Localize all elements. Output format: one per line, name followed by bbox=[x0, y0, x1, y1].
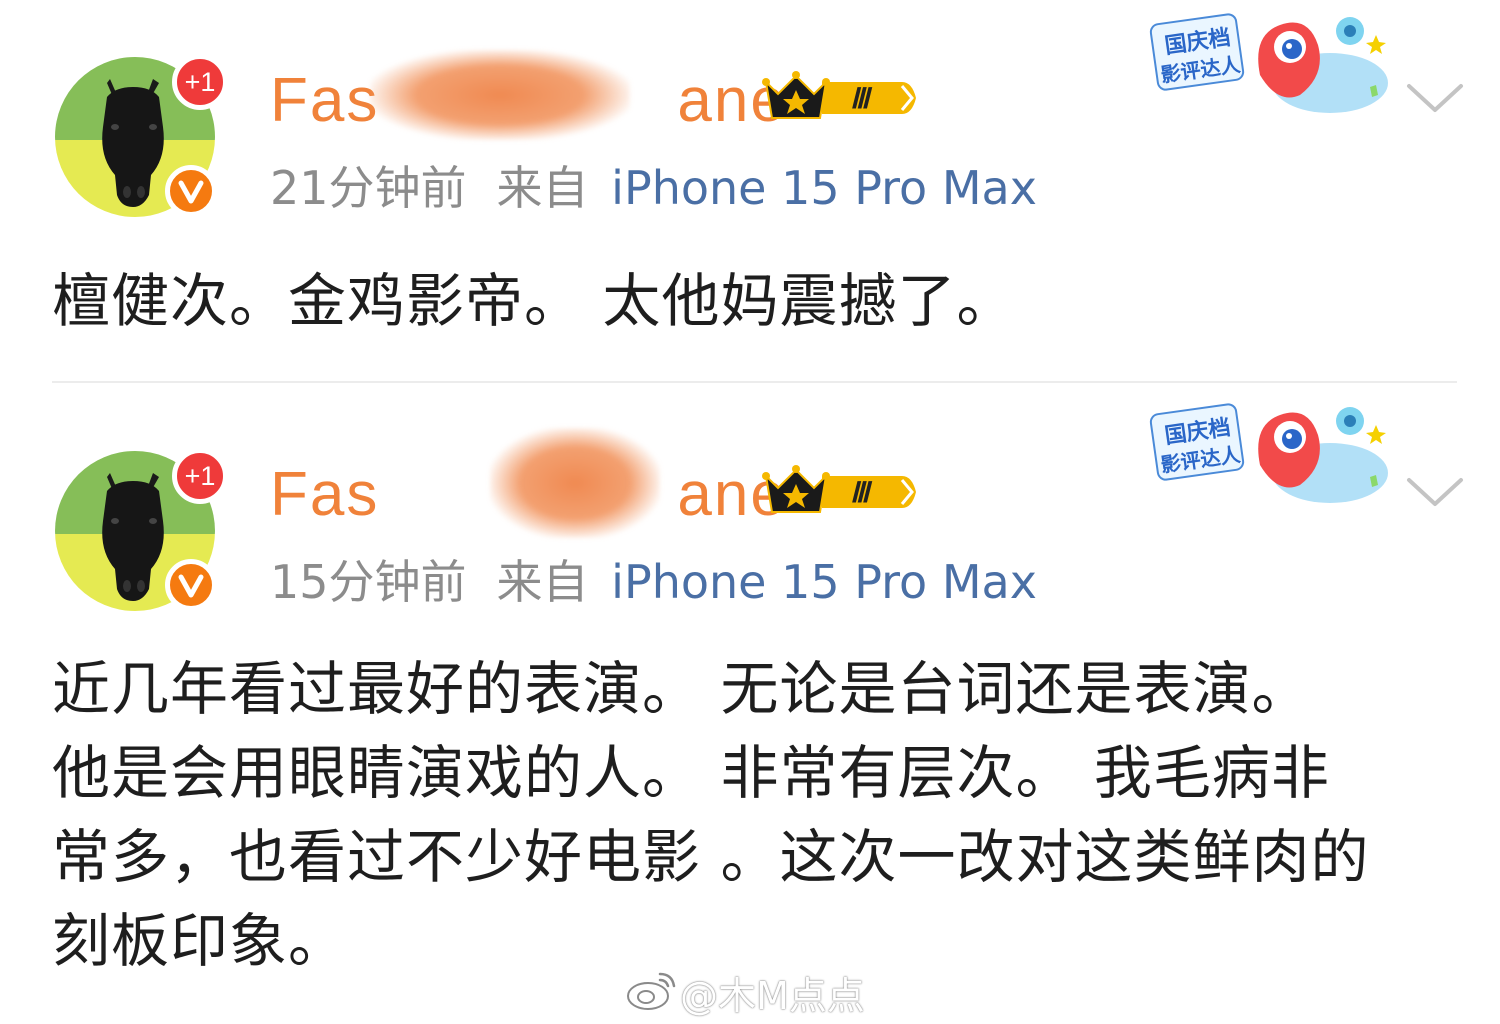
plus-one-badge: +1 bbox=[172, 54, 228, 110]
crown-member-badge-icon[interactable]: Ⅲ bbox=[762, 462, 922, 522]
device-link[interactable]: iPhone 15 Pro Max bbox=[611, 555, 1037, 609]
comment-text-line: 常多，也看过不少好电影 。这次一改对这类鲜肉的 bbox=[52, 823, 1370, 891]
from-label: 来自 bbox=[496, 161, 589, 215]
verified-v-icon bbox=[165, 165, 217, 217]
watermark-text: @木M点点 bbox=[680, 974, 865, 1018]
weibo-comment-2: +1 Fas ane Ⅲ 15分钟前 来自 iPhone 15 Pro Max 国庆… bbox=[0, 383, 1500, 1024]
post-time: 21分钟前 bbox=[270, 161, 467, 215]
national-day-reviewer-sticker[interactable]: 国庆档 影评达人 bbox=[1140, 395, 1390, 510]
comment-text-line: 他是会用眼睛演戏的人。 非常有层次。 我毛病非 bbox=[52, 739, 1330, 807]
username-redaction-scribble bbox=[370, 50, 630, 140]
user-avatar[interactable]: +1 bbox=[55, 448, 228, 621]
post-meta: 21分钟前 来自 iPhone 15 Pro Max bbox=[270, 160, 1037, 216]
weibo-watermark: @木M点点 bbox=[540, 960, 980, 1020]
comment-text: 檀健次。金鸡影帝。 太他妈震撼了。 bbox=[52, 267, 1016, 335]
post-meta: 15分钟前 来自 iPhone 15 Pro Max bbox=[270, 554, 1037, 610]
crown-member-badge-icon[interactable]: Ⅲ bbox=[762, 68, 922, 128]
chevron-down-icon[interactable] bbox=[1405, 472, 1465, 512]
device-link[interactable]: iPhone 15 Pro Max bbox=[611, 161, 1037, 215]
comment-text-line: 近几年看过最好的表演。 无论是台词还是表演。 bbox=[52, 655, 1311, 723]
from-label: 来自 bbox=[496, 555, 589, 609]
plus-one-badge: +1 bbox=[172, 448, 228, 504]
comment-text: 近几年看过最好的表演。 无论是台词还是表演。 他是会用眼睛演戏的人。 非常有层次… bbox=[52, 647, 1472, 983]
national-day-reviewer-sticker[interactable]: 国庆档 影评达人 bbox=[1140, 5, 1390, 120]
post-time: 15分钟前 bbox=[270, 555, 467, 609]
verified-v-icon bbox=[165, 559, 217, 611]
user-avatar[interactable]: +1 bbox=[55, 54, 228, 227]
weibo-comment-1: +1 Fas ane Ⅲ 21分钟前 来自 iPhone 15 Pro Max 国庆… bbox=[0, 0, 1500, 382]
chevron-down-icon[interactable] bbox=[1405, 78, 1465, 118]
weibo-logo-icon bbox=[624, 968, 678, 1016]
